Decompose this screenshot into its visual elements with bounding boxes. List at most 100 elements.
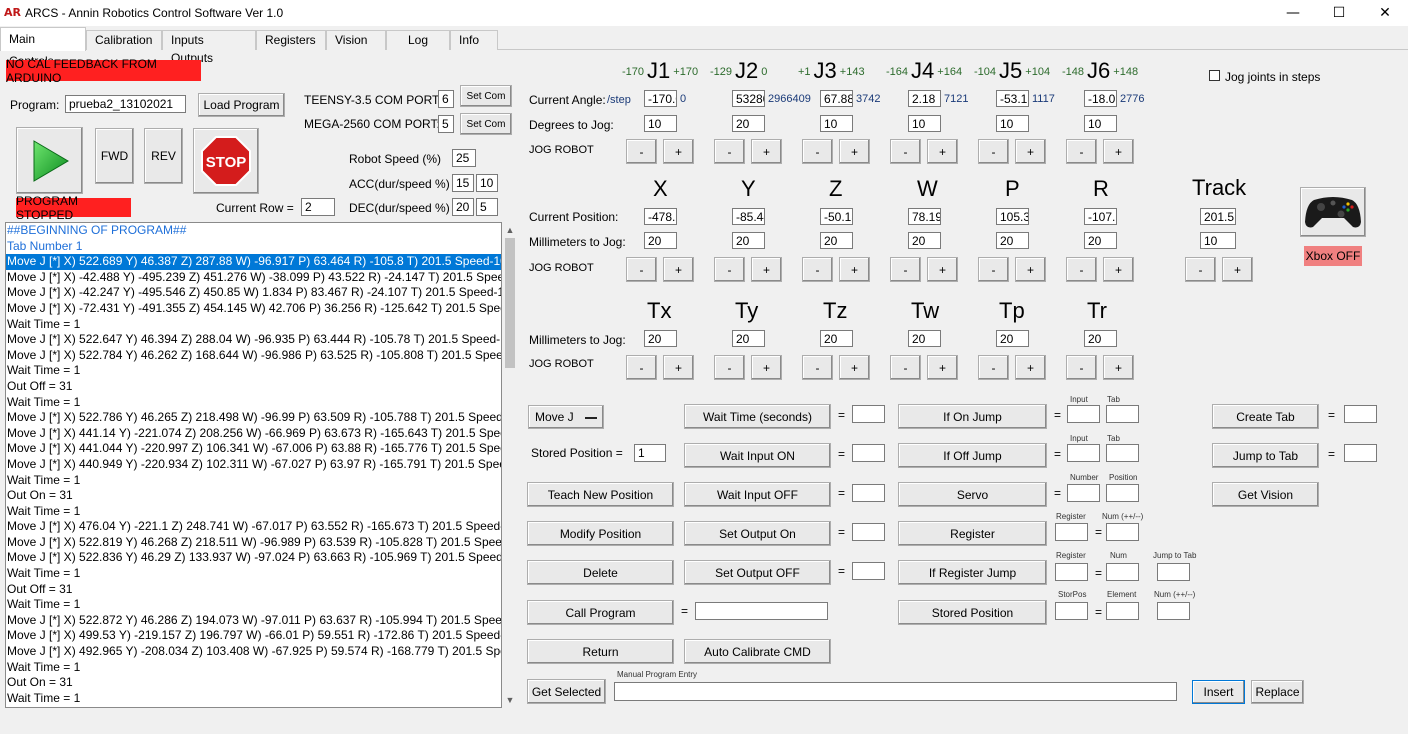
teach-new-position-button[interactable]: Teach New Position [527,482,674,507]
cart-jog-input[interactable]: 20 [644,232,677,249]
program-line[interactable]: Out On = 31 [6,488,501,504]
program-line[interactable]: Move J [*] X) -72.431 Y) -491.355 Z) 454… [6,301,501,317]
servo-position-input[interactable] [1106,484,1139,502]
run-program-button[interactable] [16,127,83,194]
joint-plus-button[interactable]: + [751,139,782,164]
modify-position-button[interactable]: Modify Position [527,521,674,546]
storpos-num-input[interactable] [1157,602,1190,620]
track-plus-button[interactable]: + [1222,257,1253,282]
tab-calibration[interactable]: Calibration [86,30,162,50]
program-line[interactable]: Wait Time = 1 [6,566,501,582]
if-on-jump-button[interactable]: If On Jump [898,404,1047,429]
stored-position-button[interactable]: Stored Position [898,600,1047,625]
program-line[interactable]: Wait Time = 1 [6,597,501,613]
dec-duration-input[interactable]: 20 [452,198,474,216]
call-program-input[interactable] [695,602,828,620]
joint-jog-input[interactable]: 10 [1084,115,1117,132]
stop-button[interactable]: STOP [193,128,259,194]
cart-position-input[interactable]: 105.36 [996,208,1029,225]
joint-minus-button[interactable]: - [978,139,1009,164]
mega-com-input[interactable]: 5 [438,115,454,133]
minimize-button[interactable]: — [1270,0,1316,26]
joint-minus-button[interactable]: - [714,139,745,164]
program-line[interactable]: Wait Time = 1 [6,660,501,676]
maximize-button[interactable]: ☐ [1316,0,1362,26]
tab-inputs-outputs[interactable]: Inputs Outputs [162,30,256,65]
tool-plus-button[interactable]: + [1103,355,1134,380]
joint-minus-button[interactable]: - [626,139,657,164]
cart-position-input[interactable]: -107.1 [1084,208,1117,225]
teensy-set-com-button[interactable]: Set Com [460,85,512,107]
program-listbox[interactable]: ##BEGINNING OF PROGRAM## Tab Number 1 Move… [5,222,502,708]
tool-plus-button[interactable]: + [1015,355,1046,380]
if-off-jump-button[interactable]: If Off Jump [898,443,1047,468]
program-line[interactable]: Move J [*] X) 522.689 Y) 46.387 Z) 287.8… [6,254,501,270]
get-selected-button[interactable]: Get Selected [527,679,606,704]
dec-speed-input[interactable]: 5 [476,198,498,216]
cart-minus-button[interactable]: - [978,257,1009,282]
cart-plus-button[interactable]: + [663,257,694,282]
cart-jog-input[interactable]: 20 [908,232,941,249]
joint-plus-button[interactable]: + [927,139,958,164]
tool-jog-input[interactable]: 20 [732,330,765,347]
cart-position-input[interactable]: -478.2 [644,208,677,225]
joint-plus-button[interactable]: + [1015,139,1046,164]
xbox-controller-button[interactable] [1300,187,1366,237]
get-vision-button[interactable]: Get Vision [1212,482,1319,507]
joint-angle-input[interactable]: 53280 [732,90,765,107]
cart-plus-button[interactable]: + [1015,257,1046,282]
joint-jog-input[interactable]: 10 [820,115,853,132]
cart-jog-input[interactable]: 20 [996,232,1029,249]
program-line[interactable]: Wait Time = 1 [6,395,501,411]
program-line[interactable]: Move J [*] X) 522.836 Y) 46.29 Z) 133.93… [6,550,501,566]
tool-minus-button[interactable]: - [978,355,1009,380]
joint-angle-input[interactable]: -18.0 [1084,90,1117,107]
tool-minus-button[interactable]: - [1066,355,1097,380]
wait-input-off-input[interactable] [852,484,885,502]
create-tab-input[interactable] [1344,405,1377,423]
storpos-input[interactable] [1055,602,1088,620]
cart-jog-input[interactable]: 20 [820,232,853,249]
program-line[interactable]: Move J [*] X) 499.53 Y) -219.157 Z) 196.… [6,628,501,644]
joint-angle-input[interactable]: 67.88 [820,90,853,107]
tab-vision[interactable]: Vision [326,30,386,50]
if-register-jump-button[interactable]: If Register Jump [898,560,1047,585]
cart-plus-button[interactable]: + [751,257,782,282]
robot-speed-input[interactable]: 25 [452,149,476,167]
tool-jog-input[interactable]: 20 [820,330,853,347]
wait-time-button[interactable]: Wait Time (seconds) [684,404,831,429]
teensy-com-input[interactable]: 6 [438,90,454,108]
tool-minus-button[interactable]: - [714,355,745,380]
cart-minus-button[interactable]: - [890,257,921,282]
auto-calibrate-button[interactable]: Auto Calibrate CMD [684,639,831,664]
joint-angle-input[interactable]: 2.18 [908,90,941,107]
program-line[interactable]: Wait Time = 1 [6,504,501,520]
wait-input-on-button[interactable]: Wait Input ON [684,443,831,468]
tool-jog-input[interactable]: 20 [996,330,1029,347]
tool-minus-button[interactable]: - [626,355,657,380]
joint-plus-button[interactable]: + [663,139,694,164]
fwd-button[interactable]: FWD [95,128,134,184]
stored-position-input[interactable]: 1 [634,444,666,462]
program-line[interactable]: Move J [*] X) 492.965 Y) -208.034 Z) 103… [6,644,501,660]
program-line[interactable]: Wait Time = 1 [6,317,501,333]
program-line[interactable]: Out Off = 31 [6,379,501,395]
set-output-off-button[interactable]: Set Output OFF [684,560,831,585]
return-button[interactable]: Return [527,639,674,664]
cart-minus-button[interactable]: - [626,257,657,282]
scroll-up-icon[interactable]: ▲ [502,222,518,238]
joint-jog-input[interactable]: 10 [996,115,1029,132]
delete-button[interactable]: Delete [527,560,674,585]
servo-number-input[interactable] [1067,484,1100,502]
program-line[interactable]: Move J [*] X) -42.488 Y) -495.239 Z) 451… [6,270,501,286]
cart-minus-button[interactable]: - [802,257,833,282]
program-line[interactable]: Move J [*] X) 441.14 Y) -221.074 Z) 208.… [6,426,501,442]
cart-plus-button[interactable]: + [1103,257,1134,282]
replace-button[interactable]: Replace [1251,680,1304,704]
manual-entry-input[interactable] [614,682,1177,701]
jog-steps-checkbox[interactable] [1209,70,1220,81]
joint-minus-button[interactable]: - [802,139,833,164]
tool-plus-button[interactable]: + [927,355,958,380]
program-line[interactable]: Move J [*] X) 522.784 Y) 46.262 Z) 168.6… [6,348,501,364]
set-output-on-input[interactable] [852,523,885,541]
